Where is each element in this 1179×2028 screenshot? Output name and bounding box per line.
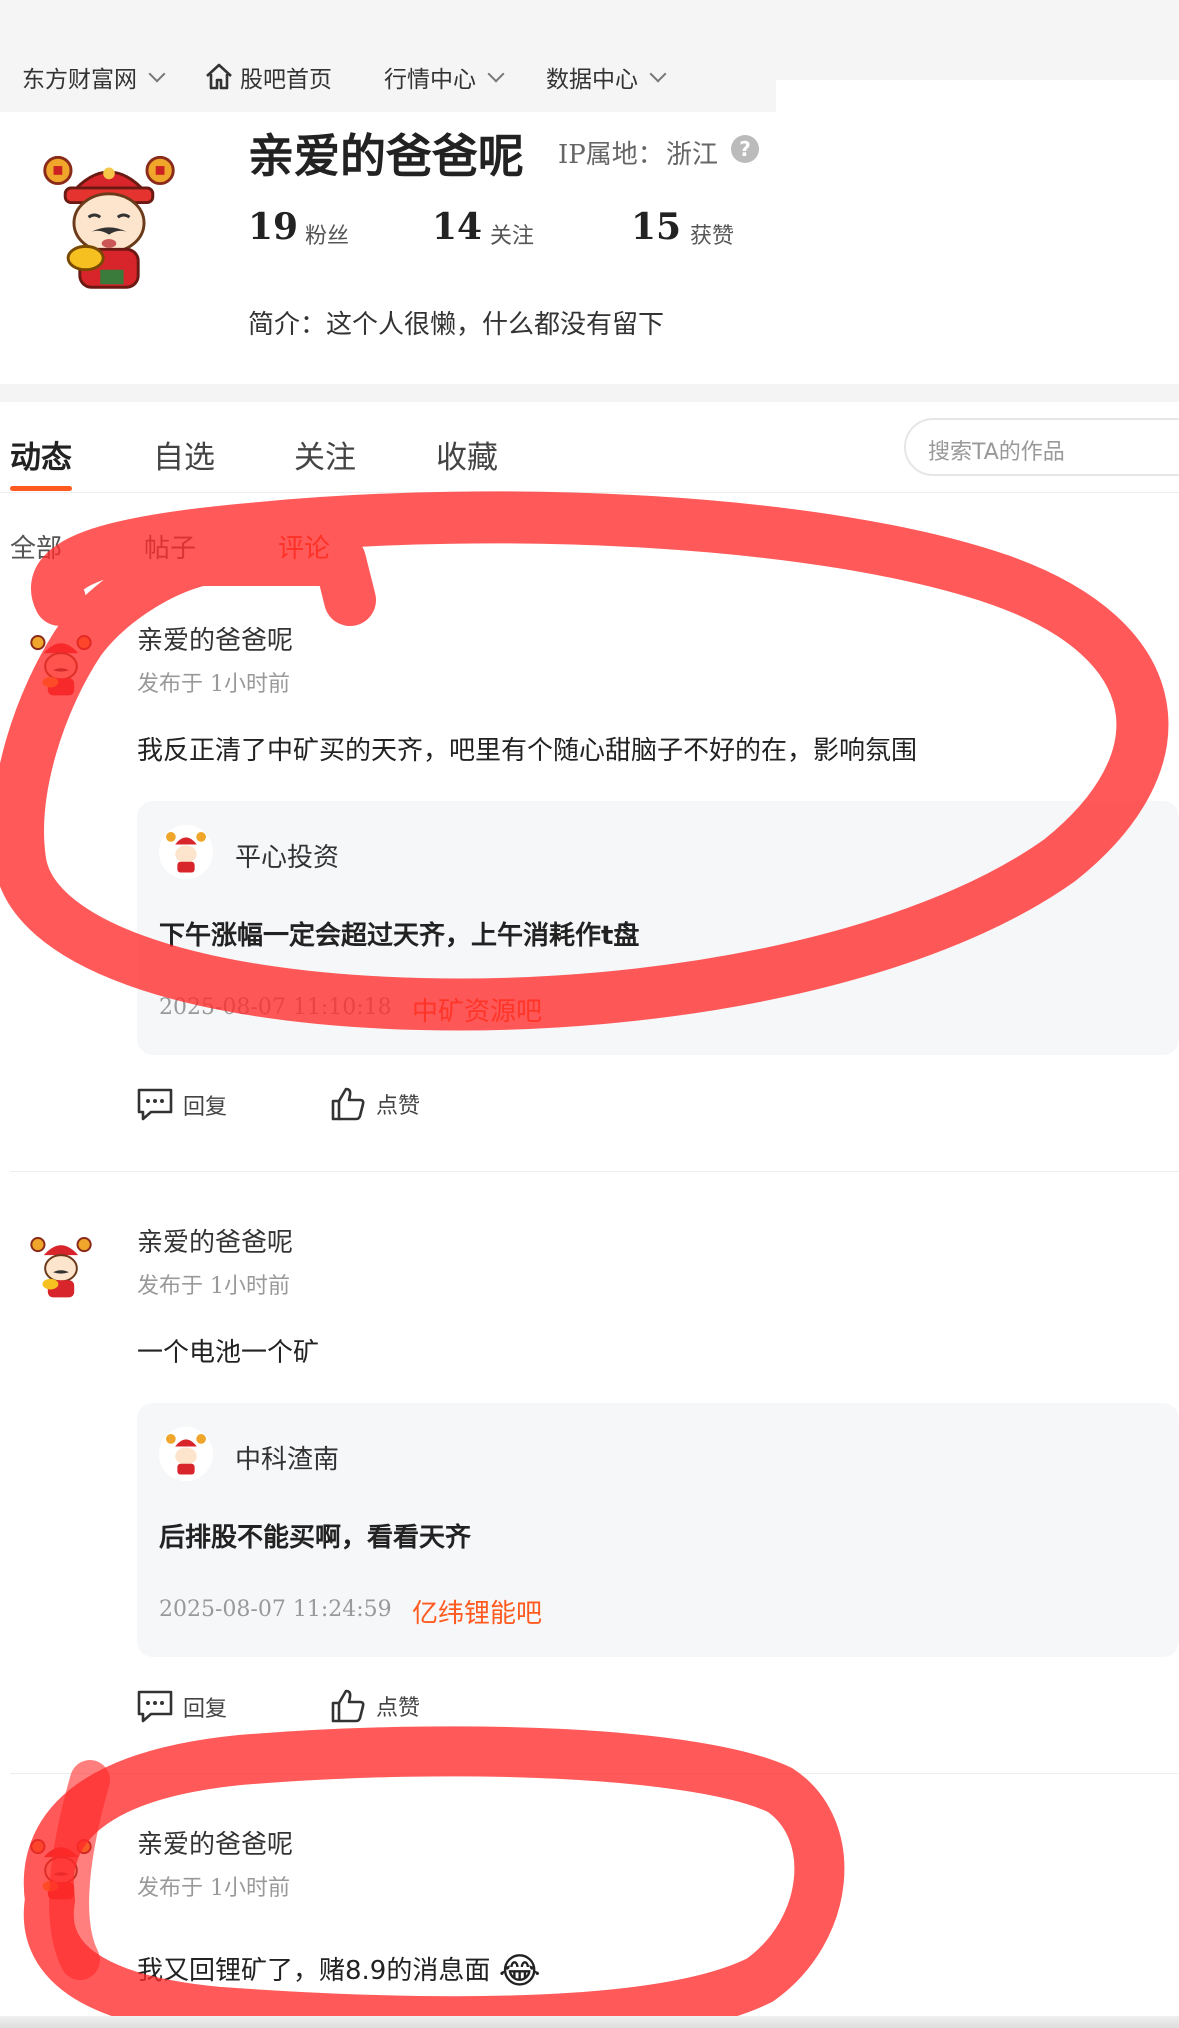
post-time: 发布于 1小时前 xyxy=(137,1876,290,1901)
nav-data-menu[interactable]: 数据中心 xyxy=(546,60,667,94)
search-input[interactable]: 搜索TA的作品 xyxy=(904,418,1179,476)
fans-label[interactable]: 粉丝 xyxy=(305,218,349,250)
post-content-text: 我又回锂矿了，赌8.9的消息面 xyxy=(137,1956,491,1986)
avatar xyxy=(159,1427,213,1481)
search-placeholder: 搜索TA的作品 xyxy=(928,440,1065,465)
feed-divider xyxy=(10,1773,1179,1774)
bottom-edge xyxy=(0,2016,1179,2028)
like-label: 点赞 xyxy=(376,1094,421,1119)
fans-count[interactable]: 19 xyxy=(248,206,298,248)
reply-label: 回复 xyxy=(183,1095,228,1120)
reply-button[interactable]: 回复 xyxy=(137,1088,227,1122)
quoted-text: 下午涨幅一定会超过天齐，上午消耗作t盘 xyxy=(159,921,640,951)
nav-market-label: 行情中心 xyxy=(384,67,476,93)
tabs-divider xyxy=(0,492,1179,493)
profile-bio: 简介：这个人很懒，什么都没有留下 xyxy=(248,310,665,340)
thumbs-up-icon xyxy=(331,1689,365,1723)
subtab-all[interactable]: 全部 xyxy=(10,528,62,565)
like-button[interactable]: 点赞 xyxy=(330,1086,420,1122)
tab-favorites[interactable]: 收藏 xyxy=(436,432,498,477)
quoted-time: 2025-08-07 11:24:59 xyxy=(159,1597,392,1622)
laughing-crying-emoji-icon: 😂 xyxy=(498,1951,541,1992)
ip-value: 浙江 xyxy=(666,140,719,170)
active-tab-indicator xyxy=(10,486,72,491)
nav-site-menu[interactable]: 东方财富网 xyxy=(22,60,166,94)
like-label: 点赞 xyxy=(376,1696,421,1721)
profile-name: 亲爱的爸爸呢 xyxy=(248,129,524,183)
follow-label[interactable]: 关注 xyxy=(490,218,534,250)
top-nav-strip xyxy=(776,0,1179,80)
chevron-down-icon xyxy=(649,65,667,83)
section-divider xyxy=(0,384,1179,402)
likes-label: 获赞 xyxy=(690,224,735,249)
avatar[interactable] xyxy=(28,1836,94,1902)
like-button[interactable]: 点赞 xyxy=(330,1688,420,1724)
avatar[interactable] xyxy=(28,1234,94,1300)
post-content[interactable]: 一个电池一个矿 xyxy=(137,1332,319,1369)
quoted-bar-link[interactable]: 中矿资源吧 xyxy=(412,991,542,1028)
quoted-post[interactable]: 中科渣南 后排股不能买啊，看看天齐 2025-08-07 11:24:59 亿纬… xyxy=(137,1403,1179,1657)
chevron-down-icon xyxy=(148,65,166,83)
nav-home-label: 股吧首页 xyxy=(240,67,332,93)
post-author[interactable]: 亲爱的爸爸呢 xyxy=(137,1824,293,1861)
reply-button[interactable]: 回复 xyxy=(137,1690,227,1724)
quoted-bar-link[interactable]: 亿纬锂能吧 xyxy=(412,1593,542,1630)
follow-count[interactable]: 14 xyxy=(432,206,482,248)
help-icon[interactable]: ? xyxy=(731,135,759,163)
home-icon xyxy=(206,63,232,90)
quoted-post[interactable]: 平心投资 下午涨幅一定会超过天齐，上午消耗作t盘 2025-08-07 11:1… xyxy=(137,801,1179,1055)
reply-label: 回复 xyxy=(183,1697,228,1722)
tab-following[interactable]: 关注 xyxy=(294,432,356,477)
avatar xyxy=(159,825,213,879)
ip-label: IP属地： xyxy=(558,140,664,170)
quoted-text: 后排股不能买啊，看看天齐 xyxy=(159,1523,472,1553)
tab-dynamics[interactable]: 动态 xyxy=(10,432,72,477)
nav-market-menu[interactable]: 行情中心 xyxy=(384,60,505,94)
post-content[interactable]: 我又回锂矿了，赌8.9的消息面 😂 xyxy=(137,1950,541,1992)
thumbs-up-icon xyxy=(331,1087,365,1121)
comment-icon xyxy=(137,1088,173,1121)
nav-site-label: 东方财富网 xyxy=(22,67,137,93)
quoted-time: 2025-08-07 11:10:18 xyxy=(159,995,392,1020)
quoted-author[interactable]: 平心投资 xyxy=(235,837,339,874)
avatar[interactable] xyxy=(36,150,182,296)
post-author[interactable]: 亲爱的爸爸呢 xyxy=(137,1222,293,1259)
post-time: 发布于 1小时前 xyxy=(137,1274,290,1299)
nav-data-label: 数据中心 xyxy=(546,67,638,93)
profile-page: 东方财富网 股吧首页 行情中心 数据中心 亲爱的爸爸呢 IP属地： 浙江 ? 1… xyxy=(0,0,1179,2028)
post-author[interactable]: 亲爱的爸爸呢 xyxy=(137,620,293,657)
likes-count: 15 xyxy=(631,206,682,248)
tab-watchlist[interactable]: 自选 xyxy=(153,432,215,477)
subtab-comments[interactable]: 评论 xyxy=(278,528,330,565)
feed-divider xyxy=(10,1171,1179,1172)
subtab-posts[interactable]: 帖子 xyxy=(144,528,196,565)
top-nav xyxy=(0,0,776,112)
chevron-down-icon xyxy=(487,65,505,83)
nav-home-link[interactable]: 股吧首页 xyxy=(204,60,332,94)
post-content[interactable]: 我反正清了中矿买的天齐，吧里有个随心甜脑子不好的在，影响氛围 xyxy=(137,730,917,767)
avatar[interactable] xyxy=(28,632,94,698)
quoted-author[interactable]: 中科渣南 xyxy=(235,1439,339,1476)
post-time: 发布于 1小时前 xyxy=(137,672,290,697)
comment-icon xyxy=(137,1690,173,1723)
